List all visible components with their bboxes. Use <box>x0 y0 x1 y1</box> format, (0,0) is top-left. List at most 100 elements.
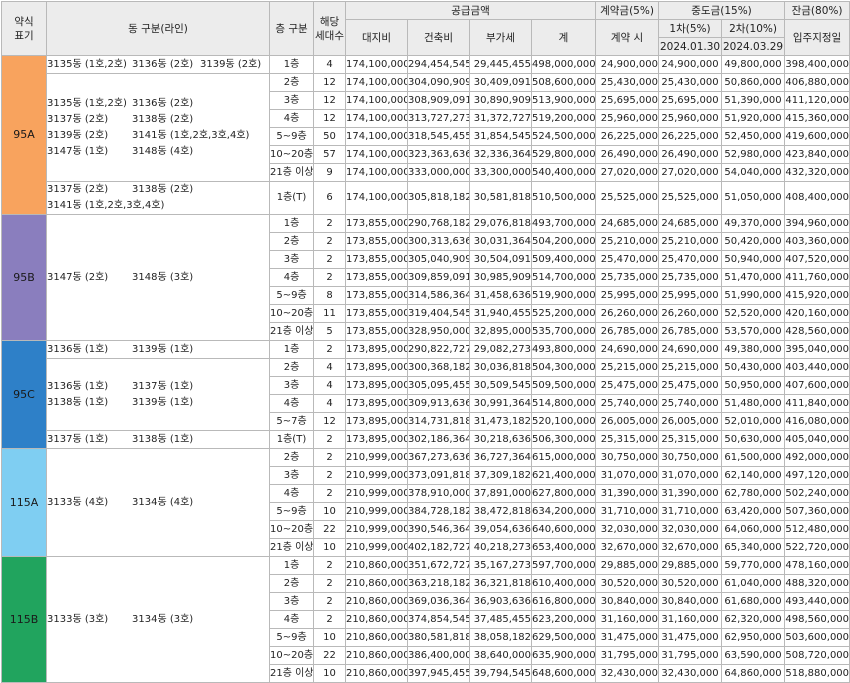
mid1-cell: 31,070,000 <box>658 466 723 485</box>
line-row: 3133동 (3호) 3134동 (3호) <box>47 612 269 628</box>
vat-cell: 32,336,364 <box>469 145 532 164</box>
vat-cell: 38,640,000 <box>469 646 532 665</box>
building-cell: 384,728,182 <box>407 502 470 521</box>
line-text: 3136동 (2호) <box>132 58 194 70</box>
contract-cell: 30,840,000 <box>595 592 660 611</box>
land-cell: 173,895,000 <box>345 358 408 377</box>
building-cell: 319,404,545 <box>407 304 470 323</box>
total-cell: 648,600,000 <box>530 664 597 683</box>
units-cell: 6 <box>313 181 346 215</box>
balance-cell: 508,720,000 <box>784 646 850 665</box>
line-group: 3137동 (1호) 3138동 (1호) <box>46 430 270 449</box>
land-cell: 173,855,000 <box>345 232 408 251</box>
vat-cell: 31,940,455 <box>469 304 532 323</box>
type-header-text: 약식 표기 <box>14 15 34 42</box>
mid1-cell: 25,525,000 <box>658 181 723 215</box>
line-text: 3147동 (2호) <box>47 271 109 283</box>
table-row: 3135동 (1호,2호) 3136동 (2호) 3137동 (2호) 3138동 (… <box>2 73 850 182</box>
units-cell: 2 <box>313 592 346 611</box>
balance-cell: 502,240,000 <box>784 484 850 503</box>
contract-sub-header: 계약 시 <box>595 19 660 56</box>
balance-cell: 411,120,000 <box>784 91 850 110</box>
mid1-cell: 25,960,000 <box>658 109 723 128</box>
vat-cell: 30,036,818 <box>469 358 532 377</box>
mid1-cell: 32,430,000 <box>658 664 723 683</box>
mid2-cell: 51,990,000 <box>721 286 786 305</box>
balance-cell: 398,400,000 <box>784 55 850 74</box>
mid1-cell: 31,710,000 <box>658 502 723 521</box>
contract-cell: 25,740,000 <box>595 394 660 413</box>
line-text: 3139동 (2호) <box>47 129 109 141</box>
mid1-cell: 25,215,000 <box>658 358 723 377</box>
units-cell: 2 <box>313 214 346 233</box>
land-cell: 173,855,000 <box>345 214 408 233</box>
contract-cell: 26,785,000 <box>595 322 660 341</box>
contract-cell: 31,795,000 <box>595 646 660 665</box>
vat-cell: 35,167,273 <box>469 556 532 575</box>
mid2-cell: 59,770,000 <box>721 556 786 575</box>
contract-cell: 25,470,000 <box>595 250 660 269</box>
line-group: 3137동 (2호) 3138동 (2호) 3141동 (1호,2호,3호,4호) <box>46 181 270 215</box>
line-text: 3133동 (3호) <box>47 613 109 625</box>
mid1-cell: 32,030,000 <box>658 520 723 539</box>
floor-cell: 5~9층 <box>269 127 314 146</box>
building-cell: 314,731,818 <box>407 412 470 431</box>
mid1-cell: 24,690,000 <box>658 340 723 359</box>
line-text: 3138동 (2호) <box>132 184 194 195</box>
line-row: 3133동 (4호) 3134동 (4호) <box>48 495 269 511</box>
line-text: 3139동 (2호) <box>200 58 262 70</box>
mid2-cell: 50,860,000 <box>721 73 786 92</box>
total-cell: 504,200,000 <box>530 232 597 251</box>
mid1-cell: 25,210,000 <box>658 232 723 251</box>
contract-cell: 25,210,000 <box>595 232 660 251</box>
mid2-cell: 62,950,000 <box>721 628 786 647</box>
line-text: 3136동 (2호) <box>132 97 194 109</box>
total-cell: 509,500,000 <box>530 376 597 395</box>
line-text: 3147동 (1호) <box>47 145 109 157</box>
mid2-cell: 54,040,000 <box>721 163 786 182</box>
land-cell: 210,860,000 <box>345 574 408 593</box>
vat-cell: 37,309,182 <box>469 466 532 485</box>
units-cell: 9 <box>313 163 346 182</box>
line-group: 3135동 (1호,2호) 3136동 (2호) 3139동 (2호) <box>46 55 270 74</box>
land-cell: 210,999,000 <box>345 448 408 467</box>
units-cell: 2 <box>313 232 346 251</box>
total-cell: 616,800,000 <box>530 592 597 611</box>
mid1-cell: 25,995,000 <box>658 286 723 305</box>
mid2-cell: 62,140,000 <box>721 466 786 485</box>
building-cell: 318,545,455 <box>407 127 470 146</box>
table-body: 95A 3135동 (1호,2호) 3136동 (2호) 3139동 (2호) 1층 4 1… <box>1 55 850 683</box>
building-cell: 402,182,727 <box>407 538 470 557</box>
units-cell: 22 <box>313 520 346 539</box>
mid2-header: 2차(10%) <box>721 19 786 38</box>
total-cell: 635,900,000 <box>530 646 597 665</box>
mid2-cell: 49,380,000 <box>721 340 786 359</box>
building-cell: 308,909,091 <box>407 91 470 110</box>
total-cell: 524,500,000 <box>530 127 597 146</box>
units-cell: 22 <box>313 646 346 665</box>
building-cell: 374,854,545 <box>407 610 470 629</box>
contract-cell: 31,390,000 <box>595 484 660 503</box>
mid1-cell: 26,260,000 <box>658 304 723 323</box>
floor-cell: 3층 <box>269 592 314 611</box>
units-cell: 50 <box>313 127 346 146</box>
table-row: 3136동 (1호) 3137동 (1호) 3138동 (1호) 3139동 (1호)… <box>2 358 850 431</box>
balance-cell: 493,440,000 <box>784 592 850 611</box>
floor-cell: 3층 <box>269 376 314 395</box>
vat-cell: 33,300,000 <box>469 163 532 182</box>
mid1-cell: 25,695,000 <box>658 91 723 110</box>
contract-cell: 24,690,000 <box>595 340 660 359</box>
vat-cell: 31,372,727 <box>469 109 532 128</box>
land-cell: 210,860,000 <box>345 646 408 665</box>
mid2-cell: 64,860,000 <box>721 664 786 683</box>
total-cell: 493,700,000 <box>530 214 597 233</box>
floor-cell: 21층 이상 <box>269 538 314 557</box>
floor-cell: 10~20층 <box>269 646 314 665</box>
land-cell: 174,100,000 <box>345 181 408 215</box>
line-text: 3138동 (2호) <box>132 113 194 125</box>
type-label: 95A <box>1 55 47 215</box>
table-row: 115B 3133동 (3호) 3134동 (3호) 1층 2 210,860,000 35… <box>1 556 850 683</box>
line-row: 3138동 (1호) 3139동 (1호) <box>48 395 269 411</box>
balance-cell: 498,560,000 <box>784 610 850 629</box>
balance-cell: 428,560,000 <box>784 322 850 341</box>
